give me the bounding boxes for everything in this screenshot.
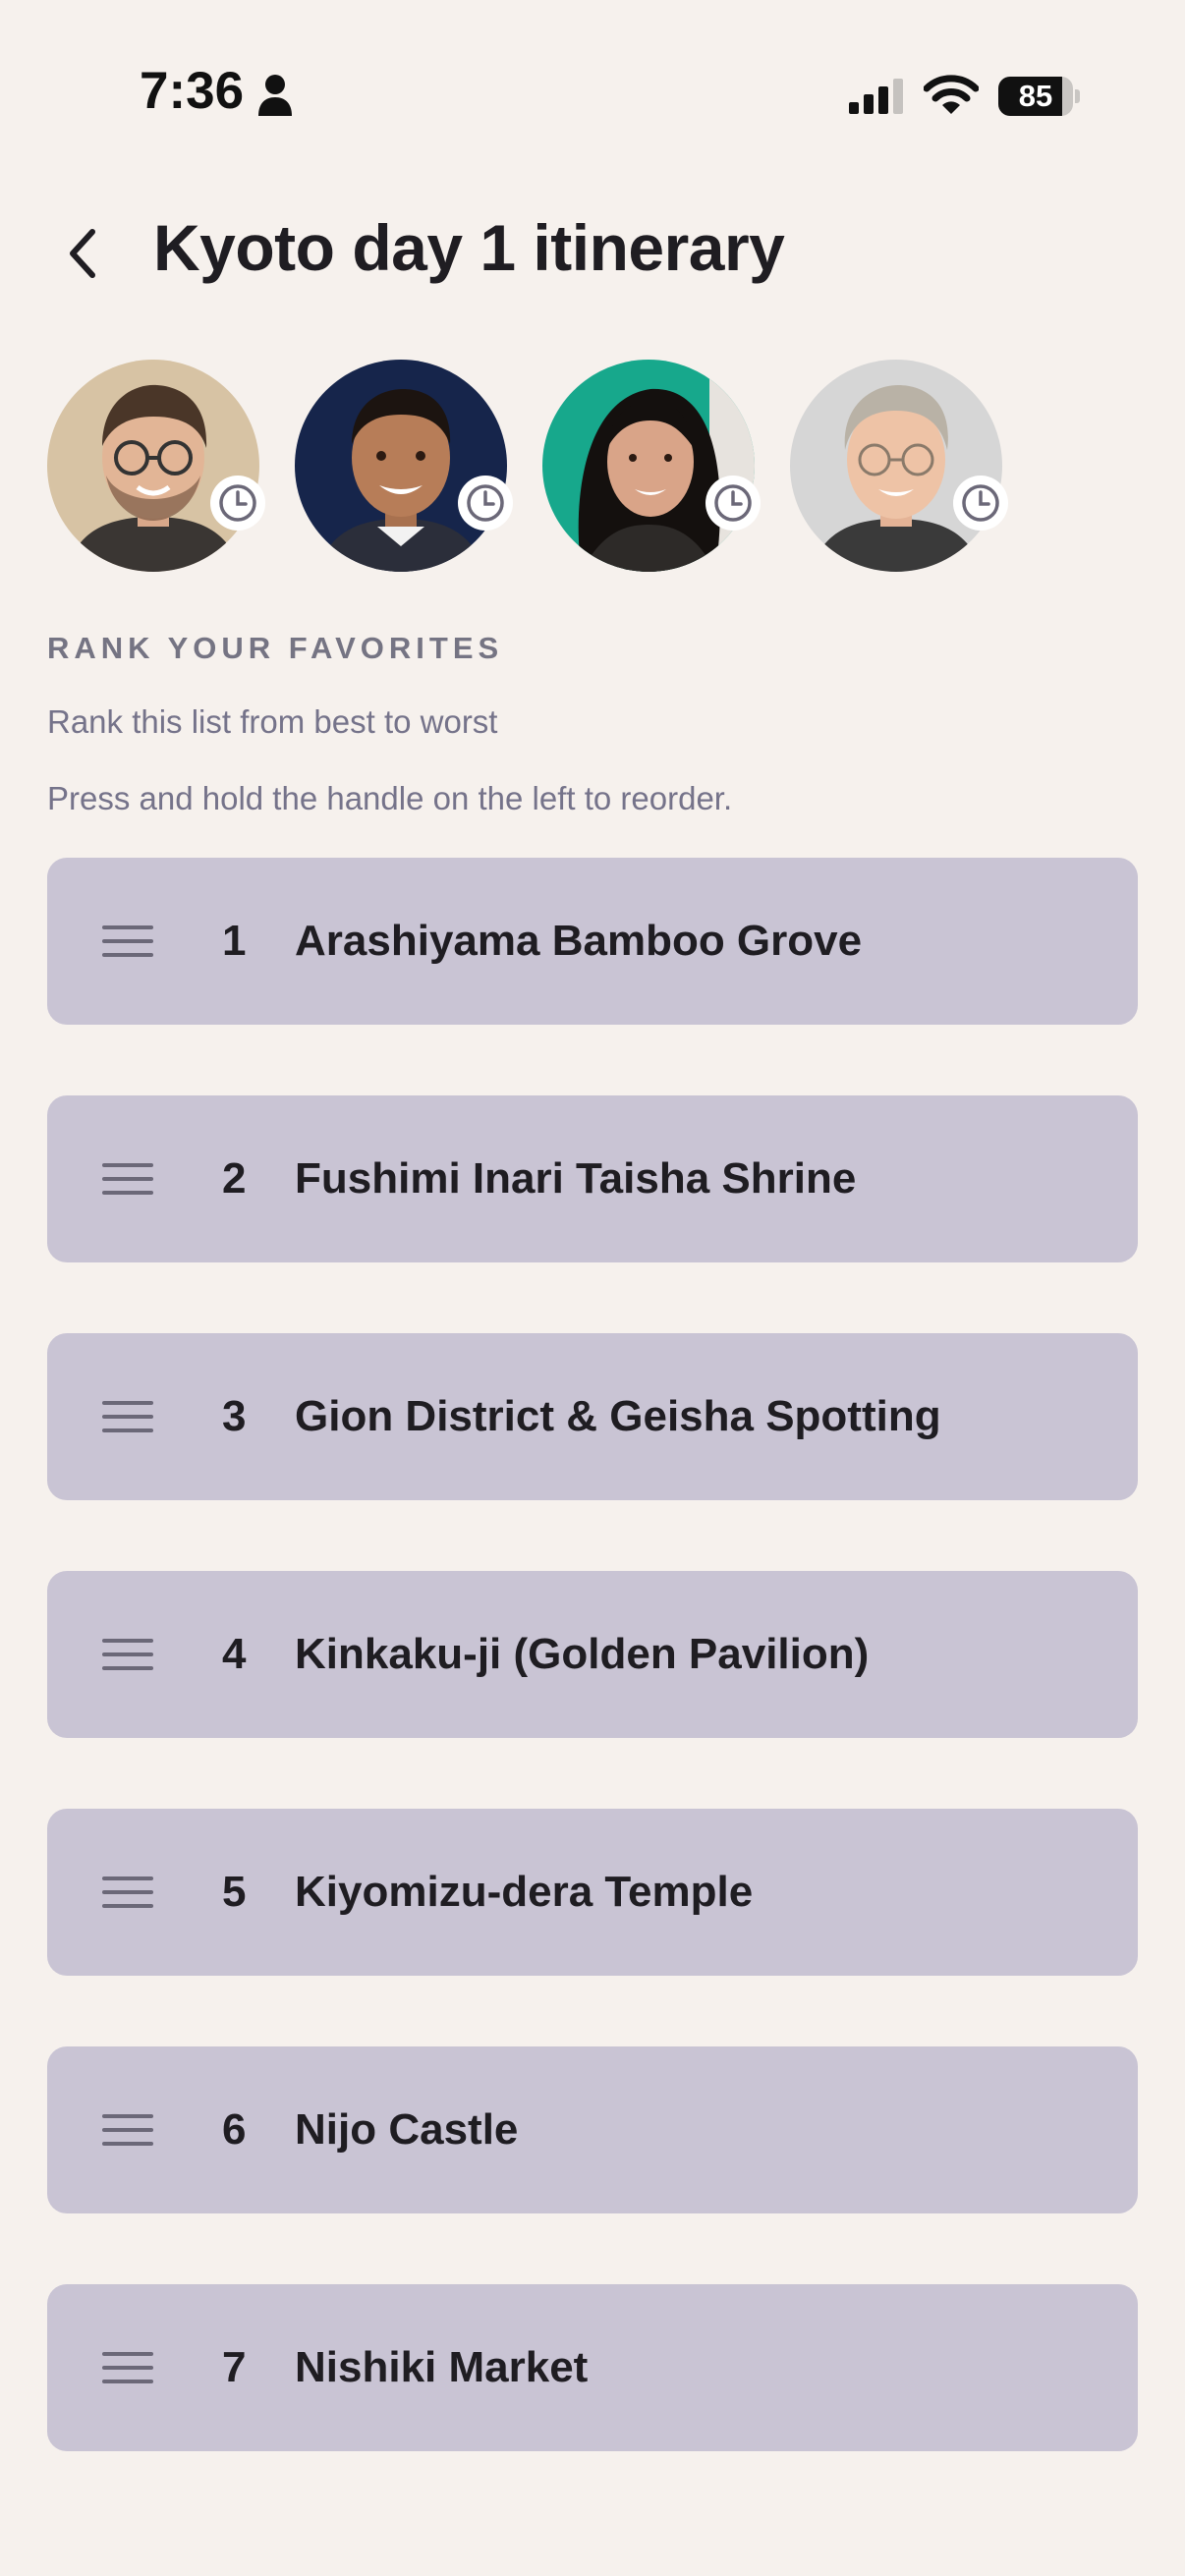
status-bar: 7:36 85 (0, 0, 1185, 187)
rank-number: 5 (222, 1868, 247, 1916)
battery-percent: 85 (1018, 79, 1053, 113)
avatar[interactable] (47, 360, 265, 572)
avatar[interactable] (790, 360, 1008, 572)
rank-number: 1 (222, 917, 247, 965)
instruction-text: Rank this list from best to worst (47, 703, 498, 740)
item-label: Fushimi Inari Taisha Shrine (295, 1154, 857, 1203)
avatar-man-glasses-beard (47, 360, 259, 572)
drag-handle-icon[interactable] (102, 2350, 153, 2385)
rank-number: 4 (222, 1630, 247, 1678)
clock-icon (210, 476, 265, 531)
avatar[interactable] (542, 360, 761, 572)
item-label: Arashiyama Bamboo Grove (295, 917, 863, 965)
item-label: Kinkaku-ji (Golden Pavilion) (295, 1630, 870, 1678)
section-title: RANK YOUR FAVORITES (47, 631, 504, 665)
avatar-man-dark-background (295, 360, 507, 572)
drag-handle-icon[interactable] (102, 1875, 153, 1910)
drag-handle-icon[interactable] (102, 2112, 153, 2148)
drag-handle-icon[interactable] (102, 924, 153, 959)
drag-handle-icon[interactable] (102, 1161, 153, 1197)
clock-icon (458, 476, 513, 531)
signal-icon (849, 79, 903, 114)
drag-handle-icon[interactable] (102, 1637, 153, 1672)
list-item[interactable]: 1 Arashiyama Bamboo Grove (47, 858, 1138, 1025)
avatar-woman-green-background (542, 360, 755, 572)
chevron-left-icon (70, 229, 95, 278)
item-label: Nijo Castle (295, 2105, 519, 2154)
back-button[interactable] (53, 218, 112, 289)
rank-number: 6 (222, 2105, 247, 2154)
clock-icon (953, 476, 1008, 531)
list-item[interactable]: 2 Fushimi Inari Taisha Shrine (47, 1095, 1138, 1262)
list-item[interactable]: 7 Nishiki Market (47, 2284, 1138, 2451)
rank-number: 2 (222, 1154, 247, 1203)
status-time: 7:36 (140, 62, 245, 120)
list-item[interactable]: 4 Kinkaku-ji (Golden Pavilion) (47, 1571, 1138, 1738)
item-label: Kiyomizu-dera Temple (295, 1868, 754, 1916)
avatar[interactable] (295, 360, 513, 572)
list-item[interactable]: 6 Nijo Castle (47, 2046, 1138, 2213)
person-icon (258, 75, 292, 116)
list-item[interactable]: 3 Gion District & Geisha Spotting (47, 1333, 1138, 1500)
clock-icon (705, 476, 761, 531)
page-title: Kyoto day 1 itinerary (153, 211, 785, 284)
avatar-older-man-glasses (790, 360, 1002, 572)
drag-handle-icon[interactable] (102, 1399, 153, 1434)
item-label: Gion District & Geisha Spotting (295, 1392, 941, 1440)
list-item[interactable]: 5 Kiyomizu-dera Temple (47, 1809, 1138, 1976)
battery-icon: 85 (998, 77, 1080, 116)
item-label: Nishiki Market (295, 2343, 589, 2391)
rank-number: 7 (222, 2343, 247, 2391)
wifi-icon (924, 75, 979, 114)
rank-number: 3 (222, 1392, 247, 1440)
instruction-text: Press and hold the handle on the left to… (47, 780, 733, 816)
